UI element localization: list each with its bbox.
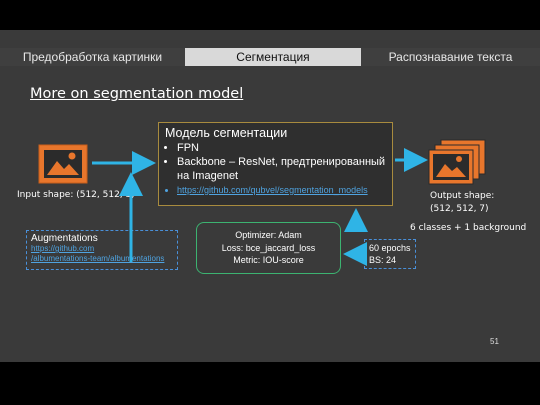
page-number: 51 — [490, 337, 499, 346]
flow-arrows — [92, 148, 428, 266]
